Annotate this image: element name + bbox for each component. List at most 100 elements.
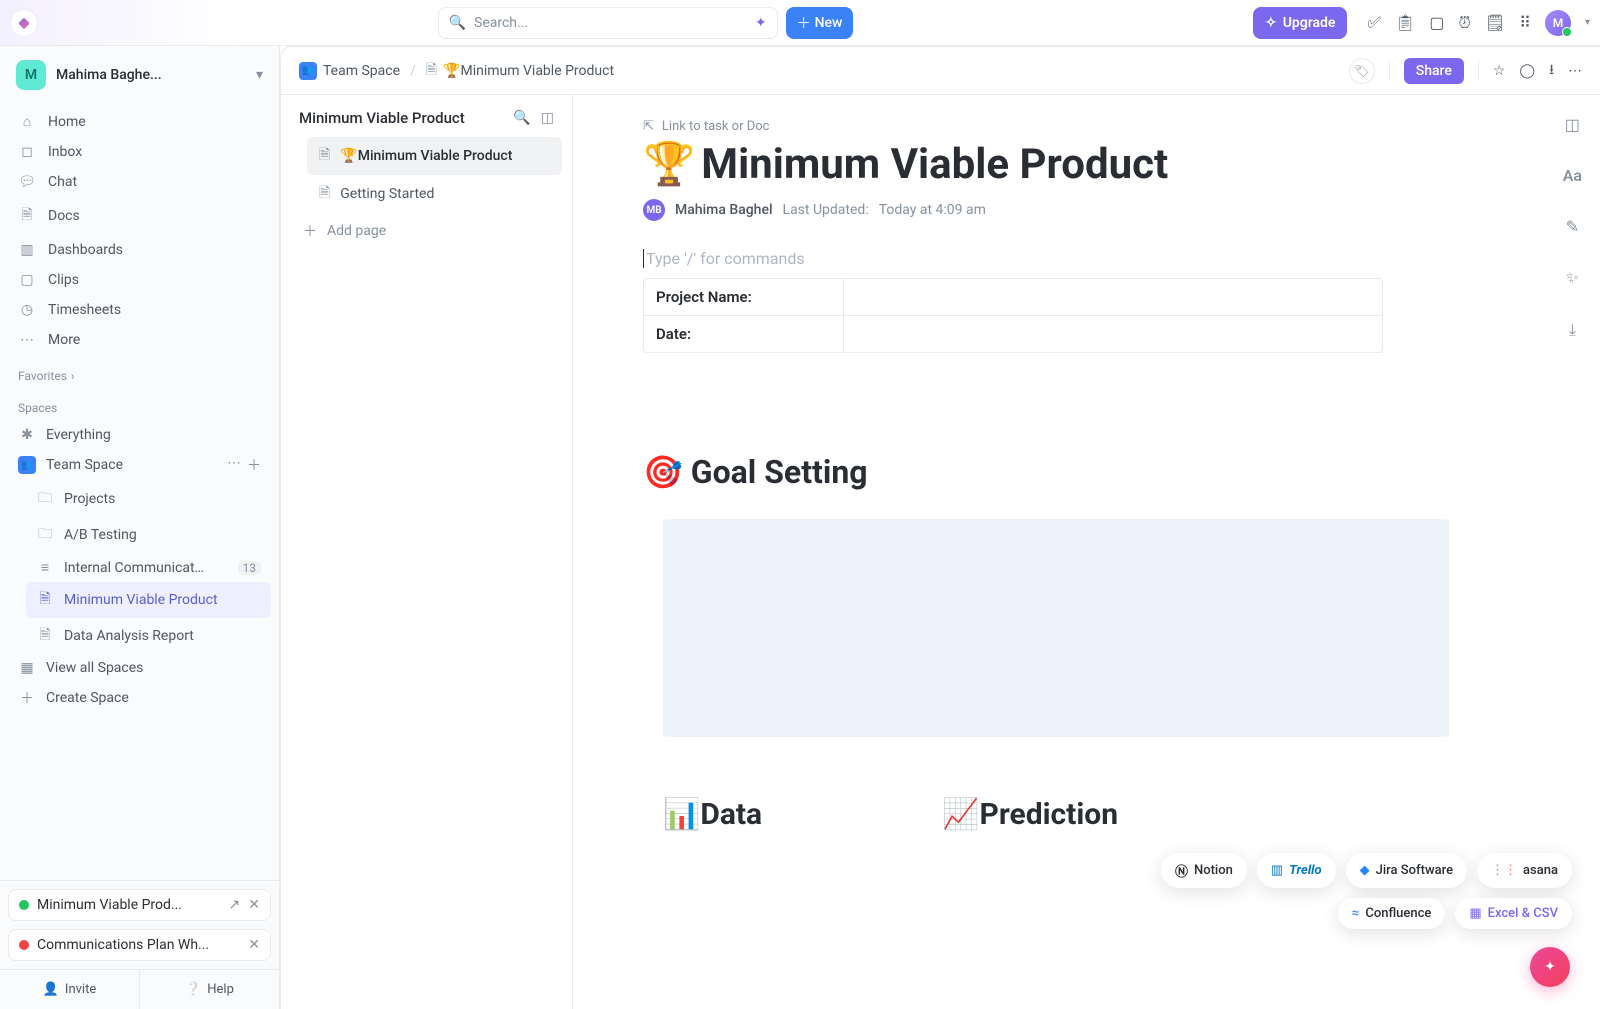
status-dot-error	[19, 940, 29, 950]
close-icon[interactable]: ✕	[248, 937, 260, 953]
app-logo[interactable]: ◆	[10, 9, 38, 37]
topbar-icons: ✅︎ 📋︎ ▢ ⏰︎ 🗒︎ ⠿ M ▾	[1367, 10, 1590, 36]
nav-clips[interactable]: ▢Clips	[8, 265, 271, 295]
user-avatar[interactable]: M	[1545, 10, 1571, 36]
inbox-icon: ◻	[18, 144, 36, 160]
table-cell-value[interactable]	[844, 279, 1382, 315]
space-everything[interactable]: ✱Everything	[8, 421, 271, 449]
table-cell-value[interactable]	[844, 316, 1382, 352]
check-circle-icon[interactable]: ✅︎	[1367, 13, 1381, 33]
space-child-mvp[interactable]: 🗎Minimum Viable Product	[26, 582, 271, 618]
space-label: A/B Testing	[64, 527, 137, 543]
breadcrumb-doc[interactable]: 🗎🏆Minimum Viable Product	[426, 59, 614, 83]
share-button[interactable]: Share	[1404, 58, 1464, 84]
open-doc-mvp[interactable]: Minimum Viable Prod... ↗ ✕	[8, 889, 271, 921]
alarm-icon[interactable]: ⏰︎	[1458, 13, 1470, 33]
chip-excel-csv[interactable]: ▦Excel & CSV	[1455, 898, 1572, 929]
help-icon: ❔	[185, 982, 201, 997]
nav-timesheets[interactable]: ◷Timesheets	[8, 295, 271, 325]
doc-icon: 🗎	[426, 59, 437, 83]
space-label: Projects	[64, 491, 115, 507]
upgrade-label: Upgrade	[1283, 15, 1336, 31]
outline-item-getting-started[interactable]: 🗎Getting Started	[307, 175, 562, 213]
global-search[interactable]: 🔍 Search... ✦	[438, 7, 778, 39]
nav-inbox[interactable]: ◻Inbox	[8, 137, 271, 167]
view-all-spaces[interactable]: ▦View all Spaces	[8, 654, 271, 682]
invite-button[interactable]: 👤Invite	[0, 970, 140, 1009]
ellipsis-icon[interactable]: ⋯	[1568, 63, 1582, 79]
breadcrumb-separator: /	[410, 63, 416, 79]
chip-jira[interactable]: ◆Jira Software	[1346, 853, 1467, 888]
doc-outline: Minimum Viable Product 🔍 ◫ 🗎🏆Minimum Via…	[281, 95, 573, 1009]
favorites-header[interactable]: Favorites›	[0, 357, 279, 389]
star-icon[interactable]: ☆	[1493, 63, 1506, 79]
chip-notion[interactable]: ⓃNotion	[1161, 853, 1247, 888]
nav-more[interactable]: ⋯More	[8, 325, 271, 355]
search-placeholder: Search...	[474, 15, 747, 31]
heading-prediction[interactable]: 📈Prediction	[942, 797, 1118, 832]
grid-apps-icon[interactable]: ⠿	[1519, 13, 1531, 32]
breadcrumb-space[interactable]: 👥Team Space	[299, 62, 400, 80]
comment-icon[interactable]: ◯	[1519, 63, 1535, 79]
sidebar-toggle-icon[interactable]: ◫	[541, 110, 554, 126]
space-child-projects[interactable]: 🗀 Projects	[26, 481, 271, 517]
space-child-internal-comm[interactable]: ≡Internal Communicati...13	[26, 553, 271, 582]
plus-icon: ＋	[18, 688, 36, 708]
help-button[interactable]: ❔Help	[140, 970, 279, 1009]
status-dot-success	[19, 900, 29, 910]
doc-icon: 🗎	[319, 144, 330, 168]
dashboard-icon: ▥	[18, 242, 36, 258]
ai-icon[interactable]: ✦	[755, 15, 767, 31]
ai-fab[interactable]: ✦	[1530, 947, 1570, 987]
link-to-task[interactable]: ⇱Link to task or Doc	[643, 119, 1510, 134]
space-team[interactable]: 👥 Team Space ⋯＋	[8, 449, 271, 481]
nav-home[interactable]: ⌂Home	[8, 106, 271, 137]
create-space[interactable]: ＋Create Space	[8, 682, 271, 714]
nav-chat[interactable]: 💬︎Chat	[8, 167, 271, 197]
item-count: 13	[238, 561, 262, 575]
chip-confluence[interactable]: ≈Confluence	[1338, 898, 1445, 929]
doc-action-rail: ◫ Aa ✎ ✨︎ ⤓	[1563, 115, 1582, 340]
folder-icon: 🗀	[36, 487, 54, 511]
project-info-table[interactable]: Project Name: Date:	[643, 278, 1383, 353]
notepad-icon[interactable]: 🗒︎	[1485, 13, 1505, 32]
goal-banner[interactable]	[663, 519, 1449, 737]
export-icon[interactable]: ⤓	[1569, 320, 1576, 340]
heading-data[interactable]: 📊Data	[663, 797, 762, 832]
open-doc-comms[interactable]: Communications Plan Wh... ✕	[8, 929, 271, 961]
chevron-down-icon[interactable]: ▾	[1585, 17, 1590, 28]
typography-button[interactable]: Aa	[1563, 166, 1582, 185]
plus-icon[interactable]: ＋	[247, 455, 261, 475]
clipboard-icon[interactable]: 📋︎	[1395, 13, 1415, 32]
download-icon[interactable]: ⭳	[1549, 59, 1554, 83]
nav-label: Dashboards	[48, 242, 123, 258]
tag-button[interactable]: 🏷︎	[1349, 58, 1375, 84]
ellipsis-icon[interactable]: ⋯	[227, 455, 241, 475]
doc-title[interactable]: 🏆Minimum Viable Product	[643, 140, 1510, 189]
avatar-initial: M	[1553, 16, 1564, 30]
search-icon[interactable]: 🔍	[513, 110, 530, 126]
nav-label: Clips	[48, 272, 79, 288]
doc-icon: 🗎	[319, 182, 330, 206]
slash-command-placeholder[interactable]: Type '/' for commands	[643, 249, 1510, 268]
open-external-icon[interactable]: ↗	[229, 897, 241, 913]
chip-label: Trello	[1289, 863, 1321, 878]
chip-asana[interactable]: ⋮⋮asana	[1477, 853, 1572, 888]
space-child-data-analysis[interactable]: 🗎Data Analysis Report	[26, 618, 271, 654]
heading-goal-setting[interactable]: 🎯 Goal Setting	[643, 453, 1510, 491]
outline-item-mvp[interactable]: 🗎🏆Minimum Viable Product	[307, 137, 562, 175]
nav-dashboards[interactable]: ▥ Dashboards	[8, 235, 271, 265]
workspace-switcher[interactable]: M Mahima Baghe... ▾	[0, 46, 279, 104]
video-icon[interactable]: ▢	[1429, 13, 1444, 32]
upgrade-button[interactable]: ✧ Upgrade	[1253, 7, 1348, 39]
sparkle-icon: ✧	[1265, 15, 1277, 31]
add-page-button[interactable]: ＋Add page	[291, 213, 562, 249]
panel-icon[interactable]: ◫	[1565, 115, 1580, 134]
nav-docs[interactable]: 🗎Docs	[8, 197, 271, 235]
close-icon[interactable]: ✕	[248, 897, 260, 913]
space-child-abtesting[interactable]: 🗀A/B Testing	[26, 517, 271, 553]
chip-trello[interactable]: ▥Trello	[1257, 853, 1336, 888]
new-button[interactable]: ＋ New	[786, 7, 854, 39]
magic-icon[interactable]: ✨︎	[1566, 268, 1579, 288]
wand-icon[interactable]: ✎	[1566, 217, 1579, 236]
